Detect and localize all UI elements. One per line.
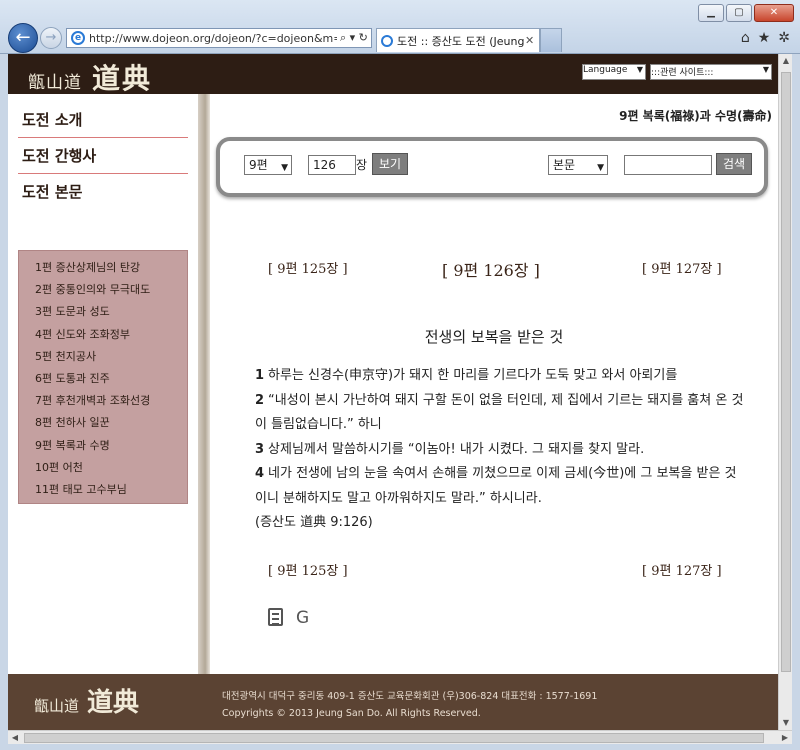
search-input[interactable] <box>624 155 712 175</box>
chevron-down-icon: ▼ <box>597 163 604 173</box>
tab-close-icon[interactable]: ✕ <box>525 34 534 47</box>
vertical-scroll-thumb[interactable] <box>781 72 791 672</box>
forward-button[interactable]: → <box>40 27 62 49</box>
page-viewport: 甑山道 道典 Language ▼ :::관련 사이트::: ▼ 도전 소개 도전 … <box>8 54 778 730</box>
address-bar[interactable]: e http://www.dojeon.org/dojeon/?c=dojeon… <box>66 28 372 48</box>
related-sites-value: :::관련 사이트::: <box>651 68 714 78</box>
submenu-item[interactable]: 6편 도통과 진주 <box>19 368 187 390</box>
next-chapter-link[interactable]: [ 9편 127장 ] <box>642 258 722 277</box>
chapter-input[interactable]: 126 <box>308 155 356 175</box>
footer-address: 대전광역시 대덕구 중리동 409-1 증산도 교육문화회관 (우)306-82… <box>222 691 598 702</box>
submenu-item[interactable]: 8편 천하사 일꾼 <box>19 412 187 434</box>
logo-big-text: 道典 <box>92 62 153 95</box>
chapter-title: 9편 복록(福祿)과 수명(壽命) <box>619 109 772 123</box>
close-window-button[interactable]: ✕ <box>754 4 794 22</box>
favorites-star-icon[interactable]: ★ <box>758 30 771 46</box>
sidebar: 도전 소개 도전 간행사 도전 본문 1편 증산상제님의 탄강 2편 중통인의와… <box>8 94 198 674</box>
verse-text: 하루는 신경수(申京守)가 돼지 한 마리를 기르다가 도둑 맞고 와서 아뢰기… <box>268 368 678 383</box>
site-footer: 甑山道 道典 대전광역시 대덕구 중리동 409-1 증산도 교육문화회관 (우… <box>8 674 778 730</box>
prev-chapter-link-bottom[interactable]: [ 9편 125장 ] <box>268 560 348 579</box>
scroll-up-icon[interactable]: ▲ <box>779 54 793 68</box>
submenu-item[interactable]: 11편 태모 고수부님 <box>19 479 187 501</box>
vertical-scrollbar[interactable]: ▲ ▼ <box>778 54 792 730</box>
verse-text: 네가 전생에 남의 눈을 속여서 손해를 끼쳤으므로 이제 금세(今世)에 그 … <box>255 466 737 506</box>
submenu-item[interactable]: 7편 후천개벽과 조화선경 <box>19 390 187 412</box>
prev-chapter-link[interactable]: [ 9편 125장 ] <box>268 258 348 277</box>
verse-line: 4 네가 전생에 남의 눈을 속여서 손해를 끼쳤으므로 이제 금세(今世)에 그… <box>255 462 745 511</box>
document-icon[interactable] <box>268 608 283 626</box>
verse-line: 3 상제님께서 말씀하시기를 “이놈아! 내가 시켰다. 그 돼지를 찾지 말라. <box>255 438 745 463</box>
browser-tab[interactable]: 도전 :: 증산도 도전 (Jeung... ✕ <box>376 28 540 52</box>
submenu-item[interactable]: 1편 증산상제님의 탄강 <box>19 257 187 279</box>
volume-select-value: 9편 <box>249 158 268 172</box>
verse-number: 3 <box>255 441 265 457</box>
submenu-item[interactable]: 10편 어천 <box>19 457 187 479</box>
verse-body: 1 하루는 신경수(申京守)가 돼지 한 마리를 기르다가 도둑 맞고 와서 아뢰… <box>255 364 745 536</box>
verse-title: 전생의 보복을 받은 것 <box>424 328 564 346</box>
address-url[interactable]: http://www.dojeon.org/dojeon/?c=dojeon&m… <box>89 32 337 45</box>
new-tab-button[interactable] <box>540 28 562 52</box>
verse-number: 4 <box>255 466 265 481</box>
google-g-icon[interactable]: G <box>296 608 309 628</box>
chapter-unit-label: 장 <box>356 158 368 172</box>
search-button[interactable]: 검색 <box>716 153 752 175</box>
sidebar-item-intro[interactable]: 도전 소개 <box>18 102 188 138</box>
site-logo[interactable]: 甑山道 道典 <box>28 57 152 97</box>
scope-select-value: 본문 <box>553 158 576 172</box>
verse-text: “내성이 본시 가난하여 돼지 구할 돈이 없을 터인데, 제 집에서 기르는 … <box>255 392 744 433</box>
verse-line: 2 “내성이 본시 가난하여 돼지 구할 돈이 없을 터인데, 제 집에서 기르는… <box>255 389 745 438</box>
chevron-down-icon: ▼ <box>636 65 643 74</box>
sidebar-item-text[interactable]: 도전 본문 <box>18 174 188 210</box>
footer-logo-small: 甑山道 <box>34 697 80 715</box>
main-content: 9편 복록(福祿)과 수명(壽命) 9편 ▼ 126 장 보기 본문 ▼ 검색 … <box>210 94 778 674</box>
language-select[interactable]: Language ▼ <box>582 64 646 80</box>
footer-copyright: Copyrights © 2013 Jeung San Do. All Righ… <box>222 708 481 719</box>
horizontal-scrollbar[interactable]: ◀ ▶ <box>8 730 792 744</box>
chevron-down-icon: ▼ <box>762 65 769 74</box>
scope-select[interactable]: 본문 ▼ <box>548 155 608 175</box>
submenu-item[interactable]: 2편 중통인의와 무극대도 <box>19 279 187 301</box>
footer-text: 대전광역시 대덕구 중리동 409-1 증산도 교육문화회관 (우)306-82… <box>222 688 597 722</box>
next-chapter-link-bottom[interactable]: [ 9편 127장 ] <box>642 560 722 579</box>
language-select-value: Language <box>583 65 628 75</box>
browser-chrome: ▁ ▢ ✕ ← → e http://www.dojeon.org/dojeon… <box>0 0 800 54</box>
home-icon[interactable]: ⌂ <box>741 30 750 46</box>
sidebar-submenu: 1편 증산상제님의 탄강 2편 중통인의와 무극대도 3편 도문과 성도 4편 … <box>18 250 188 504</box>
footer-logo-big: 道典 <box>87 688 140 718</box>
ie-icon: e <box>71 31 85 45</box>
current-chapter-label: [ 9편 126장 ] <box>442 261 540 280</box>
verse-line: 1 하루는 신경수(申京守)가 돼지 한 마리를 기르다가 도둑 맞고 와서 아뢰… <box>255 364 745 389</box>
submenu-item[interactable]: 3편 도문과 성도 <box>19 301 187 323</box>
back-button[interactable]: ← <box>8 23 38 53</box>
scroll-right-icon[interactable]: ▶ <box>778 731 792 745</box>
sidebar-divider <box>198 94 210 674</box>
submenu-item[interactable]: 4편 신도와 조화정부 <box>19 324 187 346</box>
site-header: 甑山道 道典 Language ▼ :::관련 사이트::: ▼ <box>8 54 778 97</box>
browser-tools: ⌂ ★ ✲ <box>741 30 790 46</box>
view-button[interactable]: 보기 <box>372 153 408 175</box>
submenu-item[interactable]: 9편 복록과 수명 <box>19 435 187 457</box>
minimize-button[interactable]: ▁ <box>698 4 724 22</box>
window-controls: ▁ ▢ ✕ <box>698 4 794 22</box>
settings-gear-icon[interactable]: ✲ <box>778 30 790 46</box>
scroll-left-icon[interactable]: ◀ <box>8 731 22 745</box>
address-controls[interactable]: ⌕ ▾ ↻ <box>340 31 368 45</box>
verse-text: 상제님께서 말씀하시기를 “이놈아! 내가 시켰다. 그 돼지를 찾지 말라. <box>268 441 645 457</box>
verse-source: (증산도 道典 9:126) <box>255 515 373 530</box>
verse-number: 2 <box>255 392 265 408</box>
related-sites-select[interactable]: :::관련 사이트::: ▼ <box>650 64 772 80</box>
maximize-button[interactable]: ▢ <box>726 4 752 22</box>
scroll-down-icon[interactable]: ▼ <box>779 716 793 730</box>
logo-small-text: 甑山道 <box>28 73 82 93</box>
horizontal-scroll-thumb[interactable] <box>24 733 764 743</box>
verse-number: 1 <box>255 368 265 383</box>
volume-select[interactable]: 9편 ▼ <box>244 155 292 175</box>
tab-ie-icon <box>381 34 393 47</box>
sidebar-item-preface[interactable]: 도전 간행사 <box>18 138 188 174</box>
tab-title: 도전 :: 증산도 도전 (Jeung... <box>397 34 525 48</box>
chevron-down-icon: ▼ <box>281 163 288 173</box>
search-bar: 9편 ▼ 126 장 보기 본문 ▼ 검색 <box>216 137 768 197</box>
footer-logo: 甑山道 道典 <box>34 682 139 719</box>
submenu-item[interactable]: 5편 천지공사 <box>19 346 187 368</box>
